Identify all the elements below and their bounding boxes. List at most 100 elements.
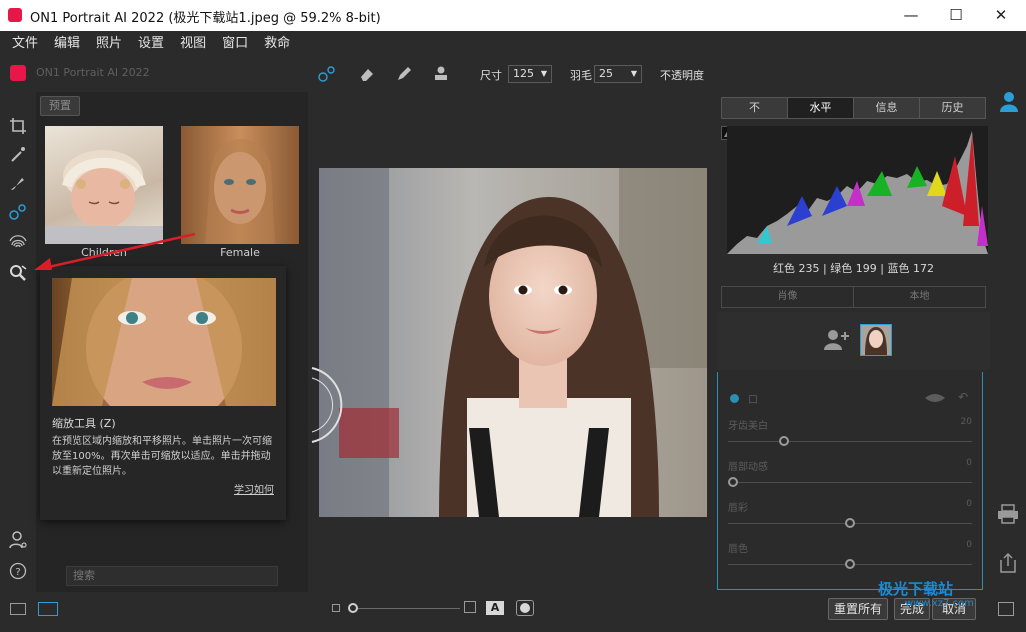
zoom-out-icon[interactable] bbox=[332, 604, 340, 612]
tab-levels[interactable]: 水平 bbox=[788, 98, 854, 118]
tooltip-preview-image bbox=[52, 278, 276, 406]
adj-label-lip-vibrance: 唇部动感 bbox=[728, 462, 768, 473]
tab-portrait[interactable]: 肖像 bbox=[722, 287, 854, 307]
preset-search-input[interactable]: 搜索 bbox=[66, 566, 278, 586]
slider-lip-vibrance[interactable] bbox=[728, 477, 972, 487]
adj-label-teeth: 牙齿美白 bbox=[728, 421, 768, 432]
menu-edit[interactable]: 编辑 bbox=[50, 31, 84, 56]
feather-select[interactable]: 25 ▼ bbox=[594, 65, 642, 83]
retouch-brush-icon[interactable] bbox=[8, 144, 28, 164]
tooltip-title: 缩放工具 (Z) bbox=[52, 417, 116, 430]
adj-value-lip-color: 0 bbox=[966, 540, 972, 550]
tab-history[interactable]: 历史 bbox=[920, 98, 985, 118]
learn-how-link[interactable]: 学习如何 bbox=[234, 481, 274, 496]
photo-canvas[interactable] bbox=[310, 90, 715, 595]
reset-icon[interactable]: ↶ bbox=[958, 390, 968, 404]
chevron-down-icon: ▼ bbox=[630, 69, 637, 78]
adj-label-lip-gloss: 唇彩 bbox=[728, 503, 748, 514]
zoom-in-icon[interactable] bbox=[464, 601, 476, 613]
size-value: 125 bbox=[513, 67, 534, 80]
brush-cursor bbox=[311, 367, 343, 443]
preview-eye-icon bbox=[520, 603, 530, 613]
help-icon[interactable]: ? bbox=[8, 561, 28, 581]
panel-enable-dot[interactable] bbox=[730, 394, 739, 403]
zoom-tool-icon[interactable] bbox=[8, 263, 28, 283]
preset-thumb-female[interactable] bbox=[181, 126, 299, 244]
info-tabs: 不 水平 信息 历史 bbox=[721, 97, 986, 119]
panel-layout-icon[interactable] bbox=[10, 603, 26, 615]
watermark-text: 极光下载站 bbox=[878, 580, 954, 598]
slider-knob[interactable] bbox=[845, 518, 855, 528]
stamp-icon[interactable] bbox=[432, 65, 450, 87]
preview-toggle[interactable] bbox=[516, 600, 534, 616]
adj-value-lip-vibrance: 0 bbox=[966, 458, 972, 468]
menu-settings[interactable]: 设置 bbox=[134, 31, 168, 56]
side-panel-toggle-icon[interactable] bbox=[998, 602, 1014, 616]
menu-view[interactable]: 视图 bbox=[176, 31, 210, 56]
bottom-bar: A 重置所有 完成 取消 bbox=[0, 595, 1026, 632]
zoom-slider[interactable] bbox=[352, 608, 460, 609]
chevron-down-icon: ▼ bbox=[540, 69, 547, 78]
face-thumb[interactable] bbox=[860, 324, 892, 356]
crop-icon[interactable] bbox=[8, 116, 28, 136]
reset-all-button[interactable]: 重置所有 bbox=[828, 598, 888, 620]
face-selector bbox=[717, 312, 990, 370]
print-icon[interactable] bbox=[996, 504, 1020, 524]
svg-text:?: ? bbox=[15, 567, 20, 578]
slider-knob[interactable] bbox=[779, 436, 790, 446]
portrait-module-icon[interactable] bbox=[998, 90, 1020, 112]
slider-teeth[interactable] bbox=[728, 436, 972, 446]
preset-thumb-children[interactable] bbox=[45, 126, 163, 244]
left-tool-strip: ? bbox=[0, 58, 36, 632]
app-icon bbox=[8, 8, 22, 22]
menu-window[interactable]: 窗口 bbox=[218, 31, 252, 56]
mask-circles-icon[interactable] bbox=[8, 202, 28, 222]
slider-knob[interactable] bbox=[728, 477, 738, 487]
slider-lip-color[interactable] bbox=[728, 559, 972, 569]
annotation-arrow bbox=[34, 232, 196, 270]
right-icon-strip bbox=[992, 58, 1026, 632]
opacity-label: 不透明度 bbox=[660, 69, 704, 82]
fingerprint-icon[interactable] bbox=[8, 231, 28, 251]
maximize-button[interactable]: ☐ bbox=[942, 4, 970, 26]
mask-tool-icon[interactable] bbox=[318, 65, 336, 87]
compare-view-button[interactable]: A bbox=[486, 601, 504, 615]
user-settings-icon[interactable] bbox=[8, 530, 28, 550]
tooltip-body: 在预览区域内缩放和平移照片。单击照片一次可缩放至100%。再次单击可缩放以适应。… bbox=[52, 436, 272, 477]
feather-label: 羽毛 bbox=[570, 69, 592, 82]
lips-icon bbox=[924, 389, 946, 405]
share-icon[interactable] bbox=[998, 552, 1018, 574]
minimize-button[interactable]: — bbox=[897, 4, 925, 26]
size-select[interactable]: 125 ▼ bbox=[508, 65, 552, 83]
close-button[interactable]: ✕ bbox=[987, 4, 1015, 26]
eraser-icon[interactable] bbox=[358, 65, 376, 87]
tab-navigator[interactable]: 不 bbox=[722, 98, 788, 118]
brand-name: ON1 Portrait AI 2022 bbox=[36, 66, 150, 79]
menu-file[interactable]: 文件 bbox=[8, 31, 42, 56]
zoom-tool-tooltip: 缩放工具 (Z) 在预览区域内缩放和平移照片。单击照片一次可缩放至100%。再次… bbox=[40, 266, 286, 520]
watermark-url: www.xz7.com bbox=[905, 598, 974, 609]
feather-value: 25 bbox=[599, 67, 613, 80]
size-label: 尺寸 bbox=[480, 69, 502, 82]
menu-bar: 文件 编辑 照片 设置 视图 窗口 救命 bbox=[0, 31, 1026, 58]
tab-info[interactable]: 信息 bbox=[854, 98, 920, 118]
tab-local[interactable]: 本地 bbox=[854, 287, 985, 307]
rgb-readout: 红色 235 | 绿色 199 | 蓝色 172 bbox=[773, 262, 934, 275]
slider-knob[interactable] bbox=[845, 559, 855, 569]
preview-photo[interactable] bbox=[319, 168, 707, 517]
paint-brush-icon[interactable] bbox=[8, 173, 28, 193]
single-view-icon[interactable] bbox=[38, 602, 58, 616]
menu-help[interactable]: 救命 bbox=[260, 31, 294, 56]
preset-tab[interactable]: 预置 bbox=[40, 96, 80, 116]
brush-toolbar: 尺寸 125 ▼ 羽毛 25 ▼ 不透明度 bbox=[310, 58, 715, 90]
zoom-slider-knob[interactable] bbox=[348, 603, 358, 613]
brand-logo-icon bbox=[10, 65, 26, 81]
adj-value-lip-gloss: 0 bbox=[966, 499, 972, 509]
mouth-adjust-panel: 口 ↶ 牙齿美白 20 唇部动感 0 唇彩 0 唇色 0 bbox=[717, 372, 983, 590]
adj-label-lip-color: 唇色 bbox=[728, 544, 748, 555]
adj-value-teeth: 20 bbox=[960, 417, 972, 427]
slider-lip-gloss[interactable] bbox=[728, 518, 972, 528]
add-face-icon[interactable] bbox=[823, 328, 851, 350]
pencil-icon[interactable] bbox=[395, 65, 413, 87]
menu-photo[interactable]: 照片 bbox=[92, 31, 126, 56]
